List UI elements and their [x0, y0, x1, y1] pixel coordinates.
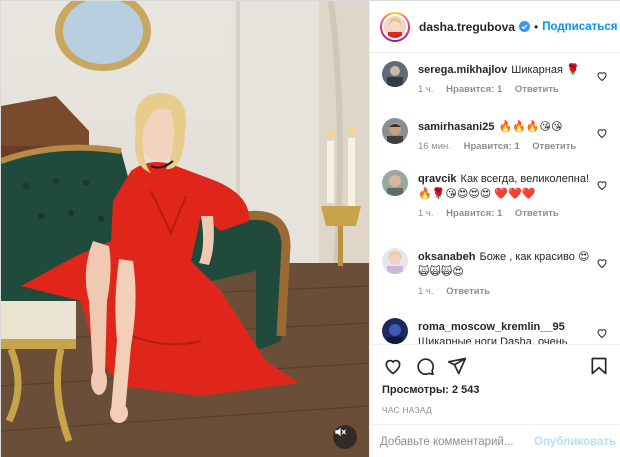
- share-icon: [447, 357, 467, 375]
- comment-time[interactable]: 1 ч.: [418, 286, 434, 297]
- comment-composer: Опубликовать: [370, 424, 620, 457]
- comment-input[interactable]: [380, 435, 534, 448]
- publish-button[interactable]: Опубликовать: [534, 436, 616, 448]
- save-button[interactable]: [588, 355, 610, 377]
- reply-button[interactable]: Ответить: [446, 286, 490, 297]
- comment-body: Шикарная 🌹: [511, 64, 580, 76]
- comment-username[interactable]: roma_moscow_kremlin__95: [418, 321, 565, 333]
- comment-item: samirhasani25 🔥🔥🔥😘😘 16 мин. Нравится: 1 О…: [370, 111, 620, 163]
- reply-button[interactable]: Ответить: [532, 141, 576, 152]
- avatar-face-icon: [384, 15, 406, 38]
- comment-item: qravcik Как всегда, великолепна! 🔥🌹😘😍😍😍 ❤…: [370, 163, 620, 241]
- like-button[interactable]: [382, 355, 404, 377]
- comment-text: serega.mikhajlov Шикарная 🌹: [418, 63, 594, 78]
- comment-likes[interactable]: Нравится: 1: [464, 141, 520, 152]
- mute-icon: [335, 427, 346, 437]
- comment-meta: 1 ч. Нравится: 1 Ответить: [418, 84, 594, 95]
- comment-text: qravcik Как всегда, великолепна! 🔥🌹😘😍😍😍 ❤…: [418, 172, 594, 202]
- instagram-post-modal: dasha.tregubova • Подписаться serega.mik…: [0, 0, 620, 457]
- author-username[interactable]: dasha.tregubova: [419, 20, 515, 34]
- comment-body: 🔥🔥🔥😘😘: [498, 121, 563, 133]
- comment-text: roma_moscow_kremlin__95 Шикарные ноги Das…: [418, 320, 594, 344]
- heart-icon: [385, 359, 401, 375]
- share-button[interactable]: [446, 355, 468, 377]
- comment-text: oksanabeh Боже , как красиво 😍🙀🙀🙀😍: [418, 250, 594, 280]
- commenter-avatar[interactable]: [382, 318, 408, 344]
- mute-button[interactable]: [333, 425, 357, 449]
- header-separator: •: [534, 19, 539, 34]
- post-photo[interactable]: [1, 1, 369, 457]
- photo-illustration: [1, 1, 369, 457]
- reply-button[interactable]: Ответить: [515, 84, 559, 95]
- comment-time[interactable]: 1 ч.: [418, 84, 434, 95]
- comment-time[interactable]: 1 ч.: [418, 208, 434, 219]
- post-actions: Просмотры: 2 543 ЧАС НАЗАД: [370, 344, 620, 415]
- comment-time[interactable]: 16 мин.: [418, 141, 451, 152]
- comment-text: samirhasani25 🔥🔥🔥😘😘: [418, 120, 594, 135]
- comment-username[interactable]: qravcik: [418, 173, 457, 185]
- heart-icon[interactable]: [596, 257, 608, 269]
- reply-button[interactable]: Ответить: [515, 208, 559, 219]
- heart-icon[interactable]: [596, 179, 608, 191]
- post-timestamp[interactable]: ЧАС НАЗАД: [382, 405, 610, 415]
- comment-likes[interactable]: Нравится: 1: [446, 208, 502, 219]
- comment-body: Шикарные ноги Dasha, очень: [418, 336, 568, 344]
- heart-icon[interactable]: [596, 327, 608, 339]
- heart-icon[interactable]: [596, 127, 608, 139]
- verified-badge-icon: [519, 21, 531, 32]
- comment-button[interactable]: [414, 355, 436, 377]
- comment-username[interactable]: oksanabeh: [418, 251, 475, 263]
- comment-item: roma_moscow_kremlin__95 Шикарные ноги Das…: [370, 311, 620, 344]
- comment-likes[interactable]: Нравится: 1: [446, 84, 502, 95]
- comment-meta: 16 мин. Нравится: 1 Ответить: [418, 141, 594, 152]
- comment-username[interactable]: samirhasani25: [418, 121, 494, 133]
- comments-list[interactable]: serega.mikhajlov Шикарная 🌹 1 ч. Нравится…: [370, 54, 620, 344]
- comment-username[interactable]: serega.mikhajlov: [418, 64, 507, 76]
- comment-item: oksanabeh Боже , как красиво 😍🙀🙀🙀😍 1 ч. О…: [370, 241, 620, 311]
- follow-button[interactable]: Подписаться: [542, 21, 617, 33]
- comment-meta: 1 ч. Ответить: [418, 286, 594, 297]
- comment-icon: [417, 358, 434, 376]
- post-header: dasha.tregubova • Подписаться: [370, 1, 620, 53]
- commenter-avatar[interactable]: [382, 248, 408, 274]
- action-bar: [382, 353, 610, 379]
- comment-meta: 1 ч. Нравится: 1 Ответить: [418, 208, 594, 219]
- commenter-avatar[interactable]: [382, 118, 408, 144]
- commenter-avatar[interactable]: [382, 61, 408, 87]
- commenter-avatar[interactable]: [382, 170, 408, 196]
- comment-item: serega.mikhajlov Шикарная 🌹 1 ч. Нравится…: [370, 54, 620, 111]
- author-avatar[interactable]: [380, 11, 410, 42]
- view-count[interactable]: Просмотры: 2 543: [382, 384, 610, 396]
- post-side-panel: dasha.tregubova • Подписаться serega.mik…: [369, 1, 620, 457]
- author-avatar-image: [382, 13, 408, 40]
- bookmark-icon: [591, 357, 607, 375]
- heart-icon[interactable]: [596, 70, 608, 82]
